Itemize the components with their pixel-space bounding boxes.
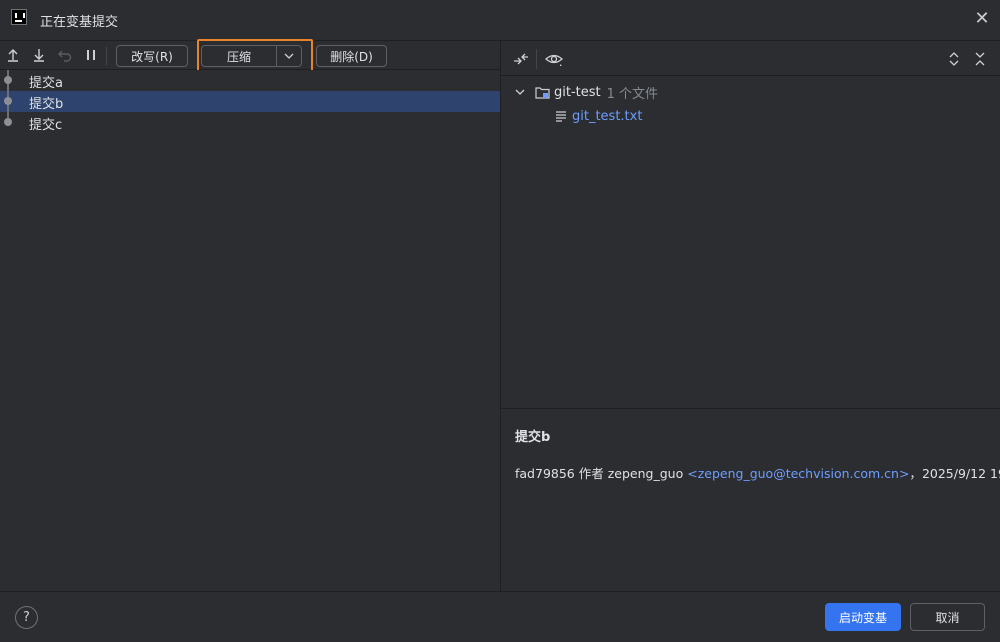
dialog-footer: ? 启动变基 取消	[0, 591, 1000, 642]
pause-icon[interactable]	[83, 47, 99, 63]
toolbar-separator	[106, 47, 107, 65]
undo-icon[interactable]	[57, 47, 73, 63]
move-up-icon[interactable]	[5, 47, 21, 63]
commit-subject: 提交b	[515, 430, 551, 445]
drop-button[interactable]: 删除(D)	[316, 45, 387, 67]
chevron-down-icon[interactable]	[515, 89, 527, 95]
commit-toolbar: 改写(R) 压缩 删除(D)	[0, 39, 500, 73]
help-button[interactable]: ?	[15, 606, 38, 629]
graph-node	[4, 118, 12, 126]
start-rebase-button[interactable]: 启动变基	[825, 603, 901, 631]
commit-label: 提交c	[29, 118, 63, 133]
commit-meta: fad79856 作者 zepeng_guo <zepeng_guo@techv…	[515, 463, 1000, 482]
eye-icon[interactable]	[545, 50, 563, 68]
file-name[interactable]: git_test.txt	[572, 109, 642, 124]
file-count: 1 个文件	[606, 86, 659, 102]
author-name: zepeng_guo	[607, 466, 684, 481]
root-name: git-test	[554, 84, 601, 100]
close-icon[interactable]: ✕	[974, 10, 990, 28]
expand-all-icon[interactable]	[945, 50, 963, 68]
commit-label: 提交b	[29, 97, 64, 112]
move-down-icon[interactable]	[31, 47, 47, 63]
folder-icon	[535, 86, 550, 99]
graph-node	[4, 76, 12, 84]
chevron-down-icon[interactable]	[277, 46, 301, 66]
date-separator: ，	[909, 466, 922, 481]
cancel-button[interactable]: 取消	[910, 603, 985, 631]
intellij-icon	[11, 9, 27, 25]
title-bar: 正在变基提交 ✕	[0, 0, 1000, 40]
graph-node	[4, 97, 12, 105]
author-prefix: 作者	[578, 466, 604, 481]
changes-tree: git-test 1 个文件 git_test.txt	[501, 76, 1000, 408]
changes-toolbar	[501, 40, 1000, 76]
commit-row-a[interactable]: 提交a	[0, 70, 500, 91]
merge-arrows-icon[interactable]	[512, 50, 530, 68]
window-title: 正在变基提交	[40, 15, 119, 30]
toolbar-separator	[536, 49, 537, 69]
tree-file-item[interactable]: git_test.txt	[555, 105, 642, 127]
author-email[interactable]: <zepeng_guo@techvision.com.cn>	[687, 466, 909, 481]
collapse-all-icon[interactable]	[971, 50, 989, 68]
squash-button-label[interactable]: 压缩	[202, 46, 277, 66]
reword-button[interactable]: 改写(R)	[116, 45, 188, 67]
commit-date: 2025/9/12 19:00	[921, 466, 1000, 481]
text-file-icon	[555, 110, 567, 122]
commit-hash: fad79856	[515, 466, 575, 481]
commit-row-c[interactable]: 提交c	[0, 112, 500, 133]
commit-list: 提交a 提交b 提交c	[0, 70, 500, 591]
commit-row-b[interactable]: 提交b	[0, 91, 500, 112]
tree-root[interactable]: git-test 1 个文件	[515, 81, 658, 103]
squash-button[interactable]: 压缩	[201, 45, 302, 67]
commit-details: 提交b fad79856 作者 zepeng_guo <zepeng_guo@t…	[501, 409, 1000, 591]
commit-label: 提交a	[29, 76, 63, 91]
